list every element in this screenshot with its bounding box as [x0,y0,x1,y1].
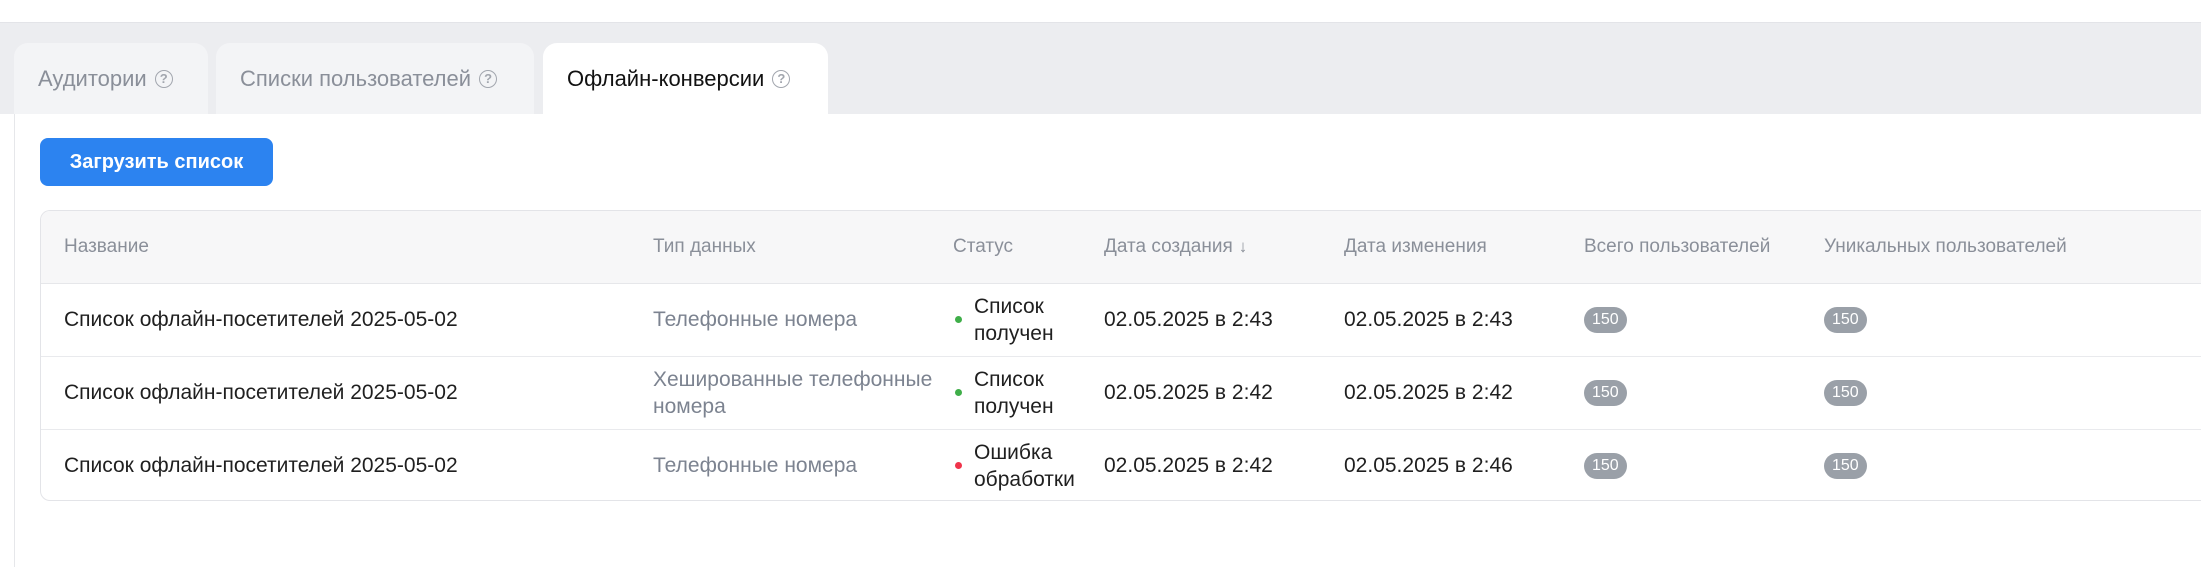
help-icon[interactable]: ? [154,69,173,88]
table-row[interactable]: Список офлайн-посетителей 2025-05-02 Тел… [41,429,2201,500]
status-dot [955,316,962,323]
tab-bar: Аудитории ? Списки пользователей ? Офлай… [0,23,2201,114]
status-label: Список получен [974,367,1054,418]
row-name: Список офлайн-посетителей 2025-05-02 [64,380,458,404]
status-label: Список получен [974,294,1054,345]
table-header: Название Тип данных Статус Дата создания… [41,211,2201,284]
row-unique-users: 150 [1824,429,1867,500]
header-unique-users[interactable]: Уникальных пользователей [1824,211,2067,283]
row-modified-date: 02.05.2025 в 2:42 [1344,380,1513,404]
conversions-table: Название Тип данных Статус Дата создания… [40,210,2201,501]
tab-audiences[interactable]: Аудитории ? [14,43,208,114]
count-badge: 150 [1584,379,1627,406]
row-name: Список офлайн-посетителей 2025-05-02 [64,453,458,477]
row-total-users: 150 [1584,429,1627,500]
header-modified-date[interactable]: Дата изменения [1344,211,1487,283]
table-row[interactable]: Список офлайн-посетителей 2025-05-02 Хеш… [41,356,2201,430]
row-modified-date: 02.05.2025 в 2:43 [1344,307,1513,331]
count-badge: 150 [1824,306,1867,333]
header-total-users[interactable]: Всего пользователей [1584,211,1770,283]
help-icon[interactable]: ? [772,69,791,88]
help-icon[interactable]: ? [479,69,498,88]
row-data-type: Телефонные номера [653,454,858,477]
table-row[interactable]: Список офлайн-посетителей 2025-05-02 Тел… [41,283,2201,357]
row-data-type: Хешированные телефонные номера [653,367,933,418]
count-badge: 150 [1824,452,1867,479]
count-badge: 150 [1584,452,1627,479]
tab-offline-conversions-label: Офлайн-конверсии [567,65,765,91]
top-bar [0,0,2201,23]
header-name[interactable]: Название [64,211,149,283]
row-unique-users: 150 [1824,356,1867,429]
tab-audiences-label: Аудитории [38,65,147,91]
row-status: Список получен [955,356,1054,429]
status-dot [955,462,962,469]
row-status: Список получен [955,283,1054,356]
row-status: Ошибка обработки [955,429,1075,500]
tab-user-lists[interactable]: Списки пользователей ? [216,43,534,114]
status-label: Ошибка обработки [974,440,1075,491]
header-created-date-label: Дата создания [1104,236,1233,257]
row-total-users: 150 [1584,356,1627,429]
count-badge: 150 [1824,379,1867,406]
tab-offline-conversions[interactable]: Офлайн-конверсии ? [543,43,828,114]
row-data-type: Телефонные номера [653,308,858,331]
upload-list-button[interactable]: Загрузить список [40,138,273,186]
row-created-date: 02.05.2025 в 2:42 [1104,453,1273,477]
row-created-date: 02.05.2025 в 2:42 [1104,380,1273,404]
row-modified-date: 02.05.2025 в 2:46 [1344,453,1513,477]
header-created-date[interactable]: Дата создания ↓ [1104,211,1247,283]
status-dot [955,389,962,396]
row-unique-users: 150 [1824,283,1867,356]
row-name: Список офлайн-посетителей 2025-05-02 [64,307,458,331]
header-data-type[interactable]: Тип данных [653,211,756,283]
count-badge: 150 [1584,306,1627,333]
tab-content: Загрузить список Название Тип данных Ста… [14,114,2201,567]
tab-user-lists-label: Списки пользователей [240,65,472,91]
header-status[interactable]: Статус [953,211,1013,283]
row-created-date: 02.05.2025 в 2:43 [1104,307,1273,331]
row-total-users: 150 [1584,283,1627,356]
sort-desc-icon: ↓ [1238,237,1248,256]
